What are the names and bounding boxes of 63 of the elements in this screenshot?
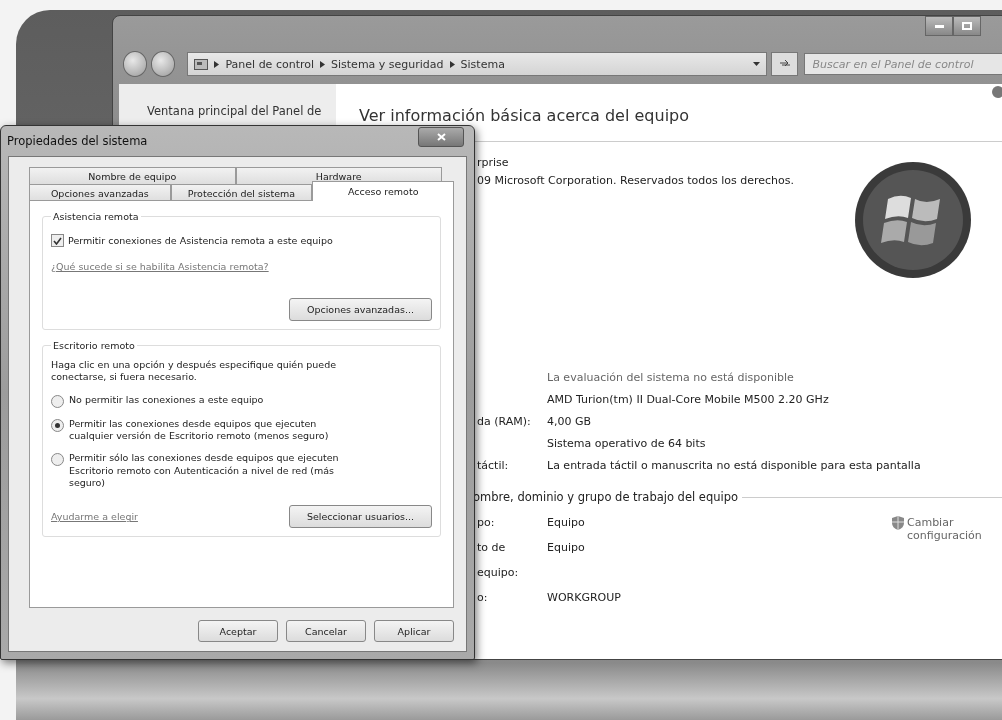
maximize-button[interactable]	[953, 16, 981, 36]
field-value: WORKGROUP	[547, 591, 622, 604]
edition-text: 09 Microsoft Corporation. Reservados todos los derechos.	[477, 174, 795, 187]
checkbox-label: Permitir conexiones de Asistencia remota a este equipo	[68, 235, 333, 246]
minimize-icon	[934, 24, 944, 28]
checkmark-icon	[53, 236, 62, 245]
breadcrumb-item[interactable]: Panel de control	[225, 57, 315, 71]
forward-button[interactable]	[151, 51, 176, 77]
control-panel-icon	[194, 58, 209, 70]
radio-button[interactable]	[51, 453, 64, 467]
sidebar-link[interactable]: Ventana principal del Panel de	[147, 104, 322, 118]
chevron-icon	[449, 60, 455, 68]
edition-text: rprise	[477, 156, 510, 169]
field-value: Equipo	[547, 541, 586, 554]
help-icon[interactable]	[992, 86, 1002, 98]
tab[interactable]: Acceso remoto	[312, 181, 454, 201]
search-field[interactable]: Buscar en el Panel de control	[803, 53, 1002, 75]
field-label: táctil:	[477, 459, 510, 472]
maximize-icon	[962, 22, 972, 30]
field-label: po:	[477, 516, 496, 529]
close-button[interactable]	[418, 127, 464, 147]
back-button[interactable]	[123, 51, 148, 77]
breadcrumb-item[interactable]: Sistema	[460, 57, 505, 71]
address-bar[interactable]: Panel de control Sistema y seguridad Sistema	[187, 52, 768, 76]
radio-label: No permitir las conexiones a este equipo	[69, 393, 265, 407]
refresh-button[interactable]	[771, 52, 798, 76]
field-label: equipo:	[477, 566, 520, 579]
windows-logo-icon	[854, 161, 972, 279]
instruction-text: Haga clic en una opción y después especifique quién puede conectarse, si fuera necesario.	[51, 359, 338, 384]
field-label: o:	[477, 591, 489, 604]
chevron-icon	[214, 60, 220, 68]
radio-button[interactable]	[51, 418, 64, 432]
group-title: Escritorio remoto	[52, 340, 136, 351]
dialog-button[interactable]: Cancelar	[286, 620, 366, 642]
radio-button[interactable]	[51, 394, 64, 408]
change-settings-link[interactable]: Cambiar configuración	[907, 516, 997, 542]
select-users-button[interactable]: Seleccionar usuarios...	[289, 505, 432, 529]
field-label: to de	[477, 541, 507, 554]
shield-icon	[892, 516, 904, 530]
breadcrumb-item[interactable]: Sistema y seguridad	[331, 57, 444, 71]
dialog-button[interactable]: Aplicar	[374, 620, 454, 642]
help-link[interactable]: ¿Qué sucede si se habilita Asistencia remota?	[51, 261, 269, 272]
dialog-title: Propiedades del sistema	[7, 134, 148, 148]
checkbox[interactable]	[51, 234, 64, 247]
field-label: da (RAM):	[477, 415, 532, 428]
radio-label: Permitir las conexiones desde equipos que ejecuten cualquier versión de Escritorio remoto (menos seguro)	[69, 417, 330, 443]
field-value: 4,00 GB	[547, 415, 593, 428]
rating-link[interactable]: La evaluación del sistema no está disponible	[547, 371, 1002, 384]
advanced-options-button[interactable]: Opciones avanzadas...	[289, 298, 432, 321]
field-value: Equipo	[547, 516, 586, 529]
refresh-icon	[778, 59, 791, 69]
group-title: Asistencia remota	[52, 211, 140, 222]
chevron-icon	[320, 60, 326, 68]
tab[interactable]: Nombre de equipo	[29, 167, 236, 184]
field-value: La entrada táctil o manuscrita no está disponible para esta pantalla	[547, 459, 922, 472]
dropdown-caret-icon[interactable]	[753, 62, 761, 66]
close-icon	[436, 133, 446, 141]
dialog-button[interactable]: Aceptar	[198, 620, 278, 642]
help-link[interactable]: Ayudarme a elegir	[51, 511, 138, 523]
field-value: Sistema operativo de 64 bits	[547, 437, 707, 450]
minimize-button[interactable]	[925, 16, 953, 36]
field-value: AMD Turion(tm) II Dual-Core Mobile M500 2.20 GHz	[547, 393, 830, 406]
radio-label: Permitir sólo las conexiones desde equipos que ejecuten Escritorio remoto con Autenticación a nivel de red (más seguro)	[69, 452, 340, 490]
